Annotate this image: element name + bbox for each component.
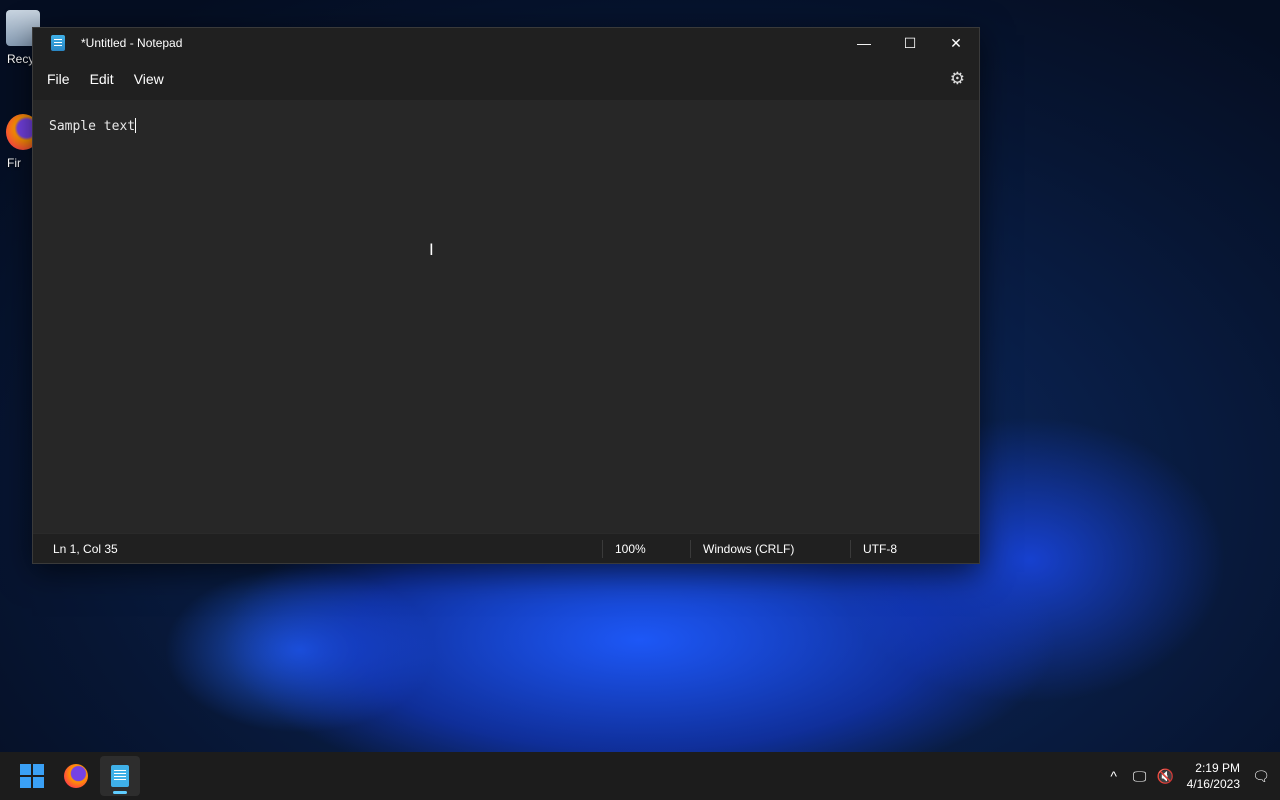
- close-button[interactable]: ✕: [933, 28, 979, 58]
- taskbar-firefox[interactable]: [56, 756, 96, 796]
- network-icon[interactable]: 🖵: [1127, 768, 1153, 785]
- menu-edit[interactable]: Edit: [80, 65, 124, 93]
- line-ending: Windows (CRLF): [690, 539, 850, 558]
- maximize-button[interactable]: ☐: [887, 28, 933, 58]
- settings-gear-icon[interactable]: ⚙: [950, 69, 965, 89]
- firefox-icon: [64, 764, 88, 788]
- cursor-position: Ln 1, Col 35: [53, 541, 118, 556]
- menu-bar: File Edit View ⚙: [33, 58, 979, 100]
- taskbar-notepad[interactable]: [100, 756, 140, 796]
- clock-time: 2:19 PM: [1195, 761, 1240, 775]
- desktop-icon-firefox[interactable]: Fir: [0, 114, 40, 174]
- status-bar: Ln 1, Col 35 100% Windows (CRLF) UTF-8: [33, 533, 979, 563]
- menu-view[interactable]: View: [124, 65, 174, 93]
- notepad-icon: [111, 765, 129, 787]
- clock-date: 4/16/2023: [1186, 777, 1240, 791]
- editor-content: Sample text: [49, 119, 136, 134]
- volume-muted-icon[interactable]: 🔇: [1153, 768, 1179, 785]
- notifications-icon[interactable]: 🗨: [1248, 768, 1274, 785]
- desktop-icon-label: Recy: [7, 52, 35, 66]
- window-title: *Untitled - Notepad: [81, 36, 183, 50]
- title-bar[interactable]: *Untitled - Notepad — ☐ ✕: [33, 28, 979, 58]
- notepad-window: *Untitled - Notepad — ☐ ✕ File Edit View…: [32, 27, 980, 564]
- zoom-level: 100%: [602, 539, 690, 558]
- desktop-icon-label: Fir: [7, 156, 21, 170]
- chevron-up-icon[interactable]: ^: [1101, 768, 1127, 784]
- menu-file[interactable]: File: [37, 65, 80, 93]
- notepad-icon: [51, 35, 65, 51]
- system-tray: ^ 🖵 🔇 2:19 PM 4/16/2023 🗨: [1101, 760, 1280, 792]
- encoding: UTF-8: [850, 539, 970, 558]
- clock[interactable]: 2:19 PM 4/16/2023: [1187, 760, 1240, 792]
- text-caret: [135, 118, 137, 133]
- taskbar: ^ 🖵 🔇 2:19 PM 4/16/2023 🗨: [0, 752, 1280, 800]
- ibeam-cursor-icon: I: [429, 240, 434, 259]
- text-editor[interactable]: Sample text I: [33, 100, 979, 533]
- windows-logo-icon: [20, 764, 44, 788]
- desktop-icon-recycle-bin[interactable]: Recy: [0, 10, 40, 70]
- minimize-button[interactable]: —: [841, 28, 887, 58]
- start-button[interactable]: [12, 756, 52, 796]
